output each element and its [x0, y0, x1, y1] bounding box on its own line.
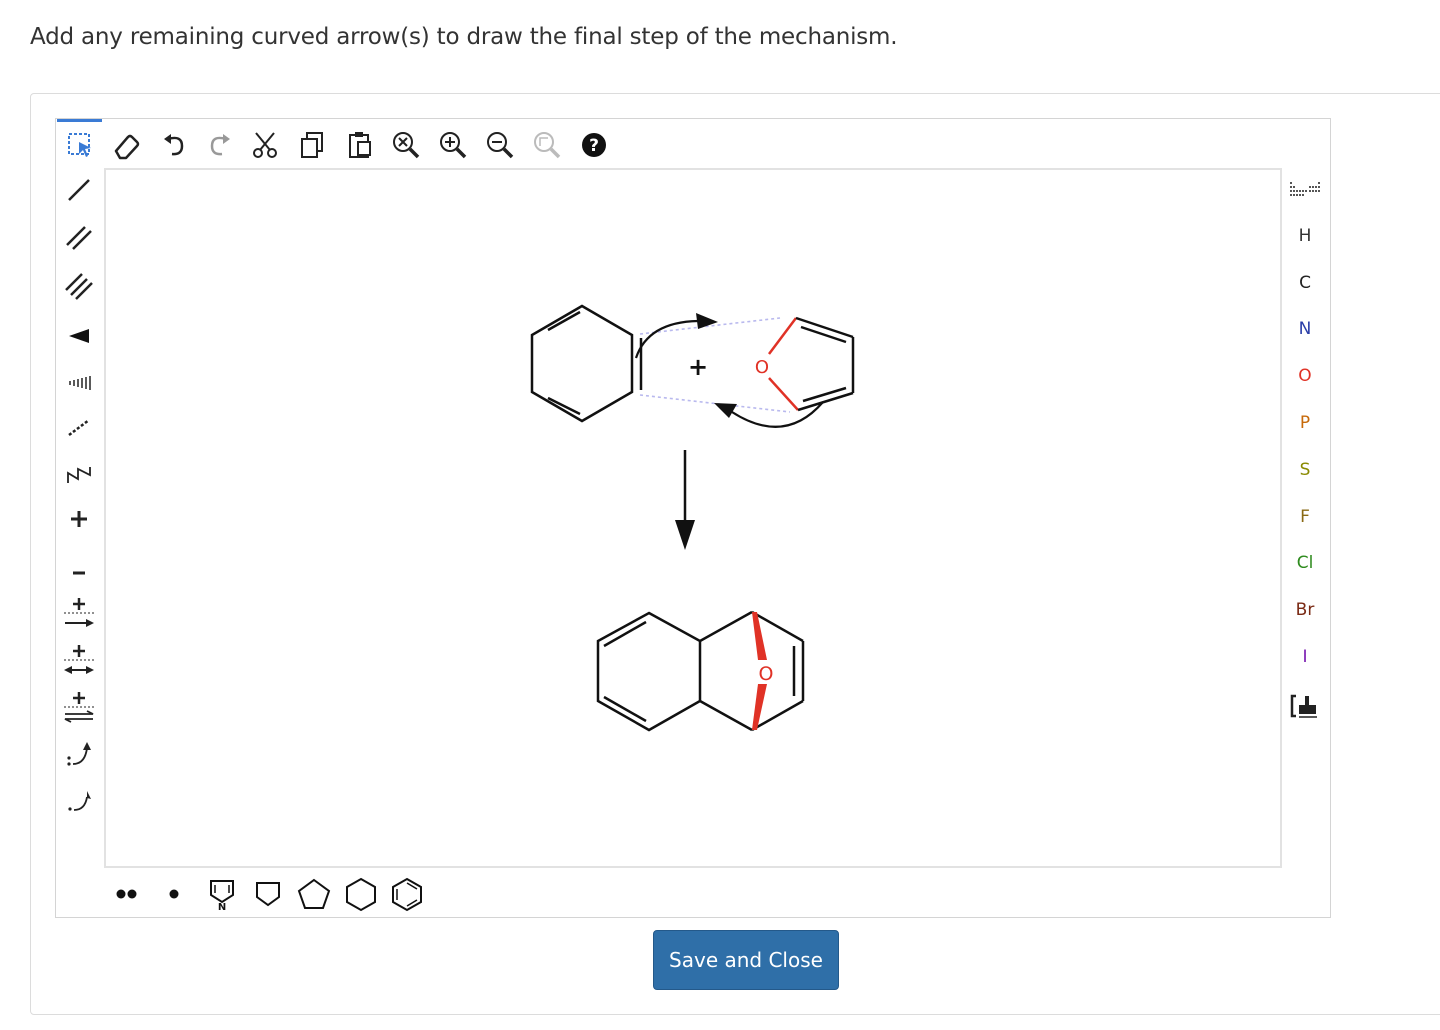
- cyclohexane-icon[interactable]: [339, 872, 383, 916]
- benzyne-molecule: [530, 304, 643, 423]
- lone-pair-icon[interactable]: [104, 872, 148, 916]
- cyclobutane-icon[interactable]: [246, 872, 290, 916]
- cyclopentane-icon[interactable]: [292, 872, 336, 916]
- reaction-arrow: [675, 450, 695, 550]
- pyrrole-n-label: N: [218, 902, 226, 911]
- radical-icon[interactable]: [152, 872, 196, 916]
- pyrrole-template-icon[interactable]: N: [200, 872, 244, 916]
- furan-molecule: [768, 316, 855, 412]
- top-curved-arrow: [634, 313, 718, 359]
- benzene-icon[interactable]: [385, 872, 429, 916]
- bottom-curved-arrow: [714, 401, 824, 428]
- product-oxygen-label: O: [759, 663, 774, 685]
- furan-oxygen-label: O: [755, 357, 769, 378]
- save-and-close-button[interactable]: Save and Close: [653, 930, 839, 990]
- plus-sign: +: [688, 353, 708, 381]
